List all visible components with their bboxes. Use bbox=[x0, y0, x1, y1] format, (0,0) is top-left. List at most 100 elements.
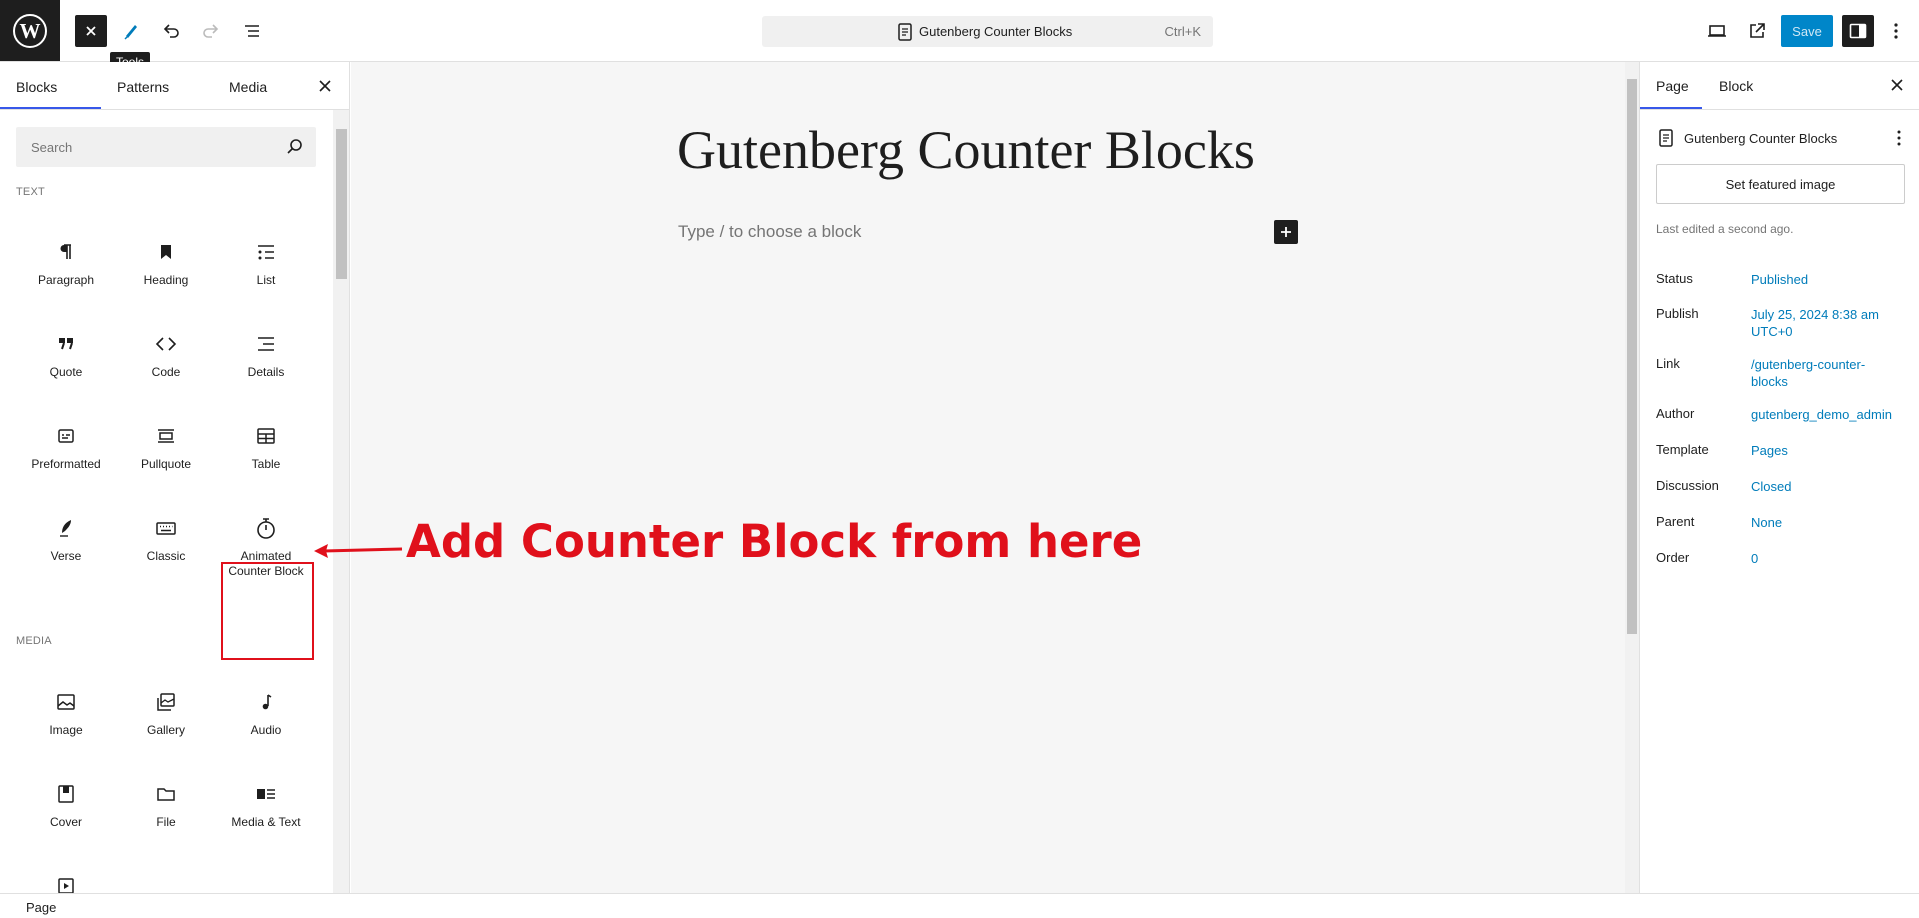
redo-button[interactable] bbox=[195, 15, 227, 47]
command-bar-title: Gutenberg Counter Blocks bbox=[919, 24, 1073, 39]
block-item-verse[interactable]: Verse bbox=[18, 504, 114, 588]
stopwatch-icon bbox=[254, 516, 278, 540]
search-placeholder: Search bbox=[31, 140, 73, 155]
more-vertical-icon bbox=[1894, 23, 1898, 39]
block-item-details[interactable]: Details bbox=[218, 320, 314, 404]
block-item-label: Code bbox=[151, 365, 181, 379]
block-item-label: Paragraph bbox=[37, 273, 95, 287]
editor-canvas: Gutenberg Counter Blocks Type / to choos… bbox=[351, 62, 1639, 893]
active-tab-indicator bbox=[1640, 107, 1702, 109]
save-button[interactable]: Save bbox=[1781, 15, 1833, 47]
command-palette-bar[interactable]: Gutenberg Counter Blocks Ctrl+K bbox=[762, 16, 1213, 47]
block-inserter-panel: Blocks Patterns Media Search TEXT Paragr… bbox=[0, 62, 350, 893]
block-item-label: Gallery bbox=[146, 723, 185, 737]
video-icon bbox=[54, 874, 78, 893]
inserter-scrollbar-thumb[interactable] bbox=[336, 129, 347, 279]
quote-icon bbox=[54, 332, 78, 356]
classic-icon bbox=[154, 516, 178, 540]
parent-link[interactable]: None bbox=[1751, 514, 1901, 531]
close-icon[interactable] bbox=[1888, 76, 1906, 94]
block-item-label: Classic bbox=[146, 549, 186, 563]
set-featured-image-button[interactable]: Set featured image bbox=[1656, 164, 1905, 204]
author-label: Author bbox=[1656, 406, 1695, 421]
parent-label: Parent bbox=[1656, 514, 1695, 529]
tab-patterns[interactable]: Patterns bbox=[117, 79, 169, 95]
block-item-label: Audio bbox=[250, 723, 282, 737]
document-title: Gutenberg Counter Blocks bbox=[1684, 131, 1838, 146]
plus-icon bbox=[1281, 227, 1291, 237]
close-inserter-button[interactable] bbox=[75, 15, 107, 47]
more-vertical-icon[interactable] bbox=[1890, 129, 1908, 147]
order-label: Order bbox=[1656, 550, 1690, 565]
annotation-arrow bbox=[314, 544, 403, 558]
tab-blocks[interactable]: Blocks bbox=[16, 79, 57, 95]
block-item-label: Verse bbox=[50, 549, 82, 563]
active-tab-indicator bbox=[0, 107, 101, 109]
block-item-preformatted[interactable]: Preformatted bbox=[18, 412, 114, 496]
block-item-quote[interactable]: Quote bbox=[18, 320, 114, 404]
canvas-scrollbar-thumb[interactable] bbox=[1627, 79, 1637, 634]
order-link[interactable]: 0 bbox=[1751, 550, 1901, 567]
block-item-label: Media & Text bbox=[231, 815, 301, 829]
command-bar-shortcut: Ctrl+K bbox=[1164, 24, 1201, 39]
template-label: Template bbox=[1656, 442, 1709, 457]
category-label-media: MEDIA bbox=[16, 635, 52, 647]
permalink-link[interactable]: /gutenberg-counter-blocks bbox=[1751, 356, 1901, 390]
code-icon bbox=[154, 332, 178, 356]
close-icon[interactable] bbox=[316, 77, 334, 95]
block-item-media-text[interactable]: Media & Text bbox=[218, 770, 314, 854]
block-item-heading[interactable]: Heading bbox=[118, 228, 214, 312]
author-link[interactable]: gutenberg_demo_admin bbox=[1751, 406, 1901, 423]
settings-sidebar: Page Block Gutenberg Counter Blocks Set … bbox=[1639, 62, 1919, 893]
status-value-link[interactable]: Published bbox=[1751, 271, 1901, 288]
block-item-label: File bbox=[156, 815, 176, 829]
page-icon bbox=[1659, 129, 1673, 147]
tab-block[interactable]: Block bbox=[1719, 78, 1753, 94]
view-page-button[interactable] bbox=[1741, 15, 1773, 47]
preview-button[interactable] bbox=[1701, 15, 1733, 47]
wordpress-logo-icon[interactable]: W bbox=[0, 0, 60, 61]
document-overview-button[interactable] bbox=[236, 15, 268, 47]
sidebar-icon bbox=[1849, 23, 1867, 39]
settings-toggle-button[interactable] bbox=[1842, 15, 1874, 47]
status-label: Status bbox=[1656, 271, 1693, 286]
template-link[interactable]: Pages bbox=[1751, 442, 1901, 459]
settings-tabs: Page Block bbox=[1640, 62, 1919, 110]
paragraph-icon bbox=[54, 240, 78, 264]
block-item-label: Details bbox=[247, 365, 285, 379]
block-item-paragraph[interactable]: Paragraph bbox=[18, 228, 114, 312]
undo-icon bbox=[163, 24, 179, 38]
undo-button[interactable] bbox=[155, 15, 187, 47]
block-item-pullquote[interactable]: Pullquote bbox=[118, 412, 214, 496]
block-placeholder[interactable]: Type / to choose a block bbox=[678, 222, 861, 242]
inserter-tabs: Blocks Patterns Media bbox=[0, 62, 349, 110]
block-search-input[interactable]: Search bbox=[16, 127, 316, 167]
block-item-list[interactable]: List bbox=[218, 228, 314, 312]
tools-button[interactable] bbox=[115, 15, 147, 47]
page-title[interactable]: Gutenberg Counter Blocks bbox=[677, 119, 1255, 181]
block-item-image[interactable]: Image bbox=[18, 678, 114, 762]
block-item-file[interactable]: File bbox=[118, 770, 214, 854]
redo-icon bbox=[203, 24, 219, 38]
block-item-gallery[interactable]: Gallery bbox=[118, 678, 214, 762]
add-block-button[interactable] bbox=[1274, 220, 1298, 244]
block-item-video[interactable] bbox=[18, 862, 114, 893]
breadcrumb-page[interactable]: Page bbox=[26, 900, 56, 915]
last-edited-text: Last edited a second ago. bbox=[1656, 222, 1794, 236]
block-breadcrumb-bar: Page bbox=[0, 893, 1919, 918]
tab-page[interactable]: Page bbox=[1656, 78, 1689, 94]
page-icon bbox=[898, 23, 912, 41]
list-icon bbox=[254, 240, 278, 264]
verse-icon bbox=[54, 516, 78, 540]
block-item-label: Quote bbox=[49, 365, 83, 379]
block-item-classic[interactable]: Classic bbox=[118, 504, 214, 588]
discussion-link[interactable]: Closed bbox=[1751, 478, 1901, 495]
audio-icon bbox=[254, 690, 278, 714]
block-item-cover[interactable]: Cover bbox=[18, 770, 114, 854]
block-item-audio[interactable]: Audio bbox=[218, 678, 314, 762]
publish-date-link[interactable]: July 25, 2024 8:38 am UTC+0 bbox=[1751, 306, 1901, 340]
tab-media[interactable]: Media bbox=[229, 79, 267, 95]
options-menu-button[interactable] bbox=[1880, 15, 1912, 47]
block-item-code[interactable]: Code bbox=[118, 320, 214, 404]
block-item-table[interactable]: Table bbox=[218, 412, 314, 496]
